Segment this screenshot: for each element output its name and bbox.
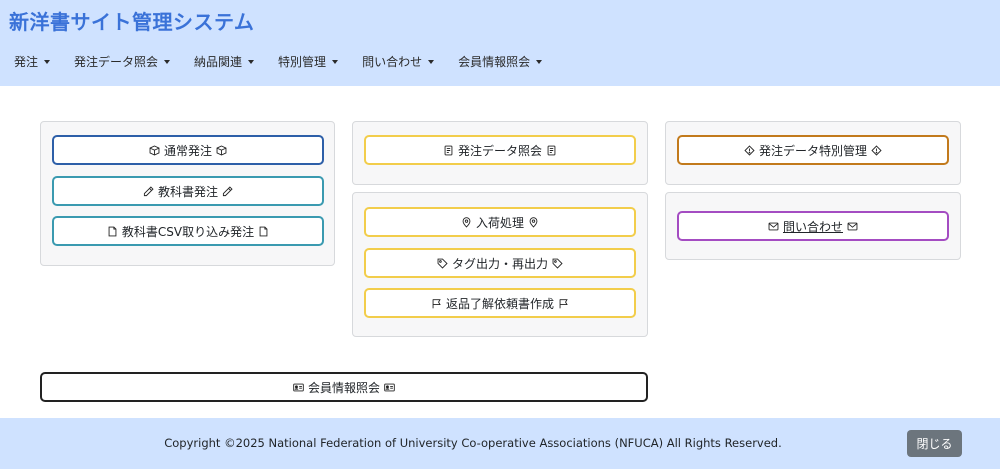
nav-delivery[interactable]: 納品関連	[194, 53, 255, 70]
pencil-icon	[222, 185, 233, 196]
site-title[interactable]: 新洋書サイト管理システム	[9, 6, 254, 35]
contact-button[interactable]: 問い合わせ	[677, 211, 949, 241]
nav-special-management[interactable]: 特別管理	[278, 53, 339, 70]
tag-output-button[interactable]: タグ出力・再出力	[364, 248, 636, 278]
caret-down-icon	[332, 59, 339, 64]
caret-down-icon	[428, 59, 435, 64]
tag-icon	[552, 258, 563, 269]
person-card-icon	[293, 383, 304, 391]
tag-icon	[437, 258, 448, 269]
nav-contact[interactable]: 問い合わせ	[362, 53, 435, 70]
receipt-icon	[444, 145, 453, 155]
textbook-order-button[interactable]: 教科書発注	[52, 176, 324, 206]
receipt-icon	[547, 145, 556, 155]
envelope-icon	[847, 222, 858, 230]
flag-icon	[432, 298, 441, 308]
nav-member-info[interactable]: 会員情報照会	[458, 53, 543, 70]
caret-down-icon	[164, 59, 171, 64]
main-nav: 発注 発注データ照会 納品関連 特別管理 問い合わせ 会員情報照会	[14, 53, 566, 70]
flag-icon	[559, 298, 568, 308]
member-info-button[interactable]: 会員情報照会	[40, 372, 648, 402]
geo-pin-icon	[529, 216, 538, 228]
diamond-exclamation-icon	[871, 144, 882, 156]
header: 新洋書サイト管理システム 発注 発注データ照会 納品関連 特別管理 問い合わせ …	[0, 0, 1000, 86]
receiving-button[interactable]: 入荷処理	[364, 207, 636, 237]
file-icon	[108, 226, 117, 236]
caret-down-icon	[248, 59, 255, 64]
footer: Copyright ©2025 National Federation of U…	[0, 418, 1000, 469]
diamond-exclamation-icon	[744, 144, 755, 156]
nav-order[interactable]: 発注	[14, 53, 51, 70]
pencil-icon	[143, 185, 154, 196]
person-card-icon	[384, 383, 395, 391]
envelope-icon	[768, 222, 779, 230]
special-order-management-button[interactable]: 発注データ特別管理	[677, 135, 949, 165]
textbook-csv-order-button[interactable]: 教科書CSV取り込み発注	[52, 216, 324, 246]
box-icon	[216, 145, 227, 155]
nav-order-data-inquiry[interactable]: 発注データ照会	[74, 53, 171, 70]
geo-pin-icon	[462, 216, 471, 228]
file-icon	[259, 226, 268, 236]
box-icon	[149, 145, 160, 155]
caret-down-icon	[44, 59, 51, 64]
normal-order-button[interactable]: 通常発注	[52, 135, 324, 165]
order-data-inquiry-button[interactable]: 発注データ照会	[364, 135, 636, 165]
close-button[interactable]: 閉じる	[907, 430, 962, 457]
copyright-text: Copyright ©2025 National Federation of U…	[164, 436, 782, 450]
return-request-button[interactable]: 返品了解依頼書作成	[364, 288, 636, 318]
caret-down-icon	[536, 59, 543, 64]
